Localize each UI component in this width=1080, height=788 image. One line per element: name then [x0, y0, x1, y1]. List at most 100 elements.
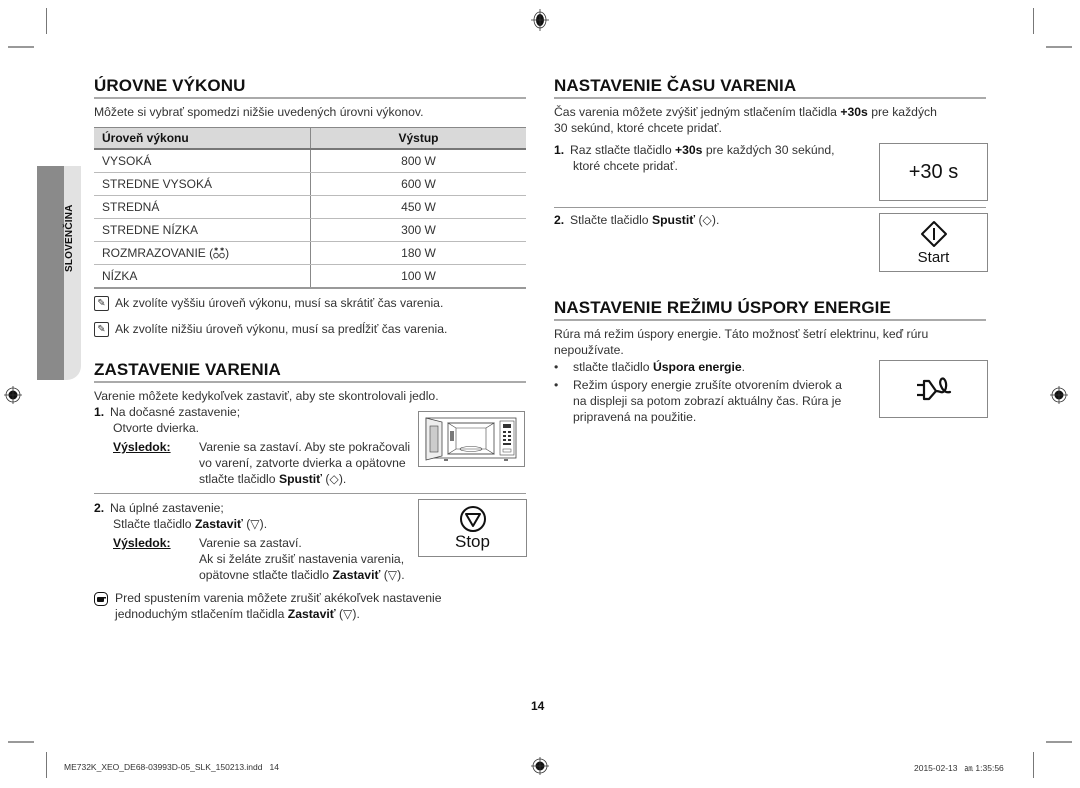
crop-mark — [46, 8, 47, 34]
step-divider — [94, 493, 526, 494]
bullet-item: • stlačte tlačidlo Úspora energie. — [554, 360, 746, 374]
table-row: STREDNE VYSOKÁ 600 W — [94, 172, 526, 196]
table-row: NÍZKA 100 W — [94, 264, 526, 289]
step-text: Na dočasné zastavenie; — [110, 405, 241, 419]
output-cell: 100 W — [310, 264, 526, 289]
crop-mark — [1046, 741, 1072, 743]
stop-icon — [459, 506, 486, 532]
section-intro: Čas varenia môžete zvýšiť jedným stlačen… — [554, 105, 937, 119]
bullet-icon: • — [554, 360, 559, 374]
registration-mark-icon — [4, 386, 22, 404]
eco-mode-section: NASTAVENIE REŽIMU ÚSPORY ENERGIE Rúra má… — [554, 298, 986, 358]
tip-text: Pred spustením varenia môžete zrušiť aké… — [115, 591, 442, 605]
note-text: Ak zvolíte nižšiu úroveň výkonu, musí sa… — [115, 322, 448, 336]
footer-datetime: 2015-02-13 ㏂ 1:35:56 — [914, 763, 1004, 773]
step-number: 1. — [94, 405, 105, 419]
bullet-text: pripravená na použitie. — [573, 410, 697, 424]
plus30s-label: +30 s — [908, 160, 959, 183]
power-level-cell: STREDNE VYSOKÁ — [94, 172, 311, 196]
cook-time-step-2: 2. Stlačte tlačidlo Spustiť (◇). — [554, 213, 720, 227]
result-text: stlačte tlačidlo Spustiť (◇). — [199, 472, 347, 486]
language-side-tab: SLOVENČINA — [37, 166, 81, 380]
registration-mark-icon — [531, 9, 549, 31]
svg-text:✱: ✱ — [220, 247, 224, 253]
stop-cooking-section: ZASTAVENIE VARENIA Varenie môžete kedyko… — [94, 360, 526, 404]
power-level-cell: NÍZKA — [94, 264, 311, 289]
registration-mark-icon — [531, 757, 549, 775]
eco-plug-icon — [916, 377, 951, 401]
power-level-cell: STREDNÁ — [94, 195, 311, 219]
crop-mark — [46, 752, 47, 778]
bullet-text: na displeji sa potom zobrazí aktuálny ča… — [573, 394, 842, 408]
crop-mark — [8, 46, 34, 48]
section-title: ÚROVNE VÝKONU — [94, 76, 246, 95]
cook-time-step-1: 1. Raz stlačte tlačidlo +30s pre každých … — [554, 142, 874, 174]
section-intro: 30 sekúnd, ktoré chcete pridať. — [554, 121, 722, 135]
result-text: Varenie sa zastaví. — [199, 536, 302, 550]
section-intro: nepoužívate. — [554, 343, 624, 357]
step-text: Na úplné zastavenie; — [110, 501, 224, 515]
power-level-text: ROZMRAZOVANIE — [102, 245, 206, 260]
stop-step-2: 2. Na úplné zastavenie; Stlačte tlačidlo … — [94, 500, 424, 583]
side-tab-dark-band — [37, 166, 64, 380]
bullet-item: • Režim úspory energie zrušíte otvorením… — [554, 377, 874, 425]
step-text: Otvorte dvierka. — [113, 421, 200, 435]
crop-mark — [1033, 8, 1034, 34]
svg-text:✱: ✱ — [214, 247, 218, 253]
tip-text: jednoduchým stlačením tlačidla Zastaviť … — [115, 607, 360, 621]
section-divider — [554, 97, 986, 99]
section-intro: Rúra má režim úspory energie. Táto možno… — [554, 327, 929, 341]
crop-mark — [1046, 46, 1072, 48]
crop-mark — [1033, 752, 1034, 778]
section-title: ZASTAVENIE VARENIA — [94, 360, 281, 379]
page-number: 14 — [531, 699, 545, 713]
result-text: vo varení, zatvorte dvierka a opätovne — [199, 456, 406, 470]
section-title: NASTAVENIE REŽIMU ÚSPORY ENERGIE — [554, 298, 891, 317]
step-divider — [554, 207, 986, 208]
note-pencil-icon: ✎ — [94, 322, 109, 337]
pointing-hand-icon — [94, 592, 108, 606]
tip-note: Pred spustením varenia môžete zrušiť aké… — [94, 590, 534, 622]
output-cell: 800 W — [310, 149, 526, 173]
header-power-level: Úroveň výkonu — [94, 127, 311, 150]
note: ✎ Ak zvolíte vyššiu úroveň výkonu, musí … — [94, 296, 526, 311]
start-button-illustration: Start — [879, 213, 988, 272]
step-number: 2. — [554, 213, 565, 227]
table-row: VYSOKÁ 800 W — [94, 149, 526, 173]
section-divider — [94, 97, 526, 99]
table-row: STREDNÁ 450 W — [94, 195, 526, 219]
section-intro: Môžete si vybrať spomedzi nižšie uvedený… — [94, 105, 424, 119]
plus30s-button-illustration: +30 s — [879, 143, 988, 201]
result-text: Varenie sa zastaví. Aby ste pokračovali — [199, 440, 411, 454]
step-number: 1. — [554, 143, 565, 157]
defrost-icon: (✱ ✱) — [209, 246, 230, 261]
output-cell: 180 W — [310, 241, 526, 265]
section-intro: Varenie môžete kedykoľvek zastaviť, aby … — [94, 389, 439, 403]
start-label: Start — [917, 248, 950, 266]
section-title: NASTAVENIE ČASU VARENIA — [554, 76, 797, 95]
stop-step-1: 1. Na dočasné zastavenie; Otvorte dvierka… — [94, 404, 414, 487]
result-label: Výsledok: — [113, 536, 171, 550]
registration-mark-icon — [1050, 386, 1068, 404]
note-pencil-icon: ✎ — [94, 296, 109, 311]
crop-mark — [8, 741, 34, 743]
power-level-cell: VYSOKÁ — [94, 149, 311, 173]
power-levels-table: Úroveň výkonu Výstup VYSOKÁ 800 W STREDN… — [94, 127, 526, 289]
step-number: 2. — [94, 501, 105, 515]
power-levels-section: ÚROVNE VÝKONU Môžete si vybrať spomedzi … — [94, 76, 526, 337]
start-icon — [920, 220, 947, 247]
power-level-cell: ROZMRAZOVANIE (✱ ✱) — [94, 241, 311, 265]
table-row: STREDNE NÍZKA 300 W — [94, 218, 526, 242]
bullet-icon: • — [554, 378, 559, 392]
microwave-open-door-illustration — [418, 411, 525, 467]
step-text: ktoré chcete pridať. — [573, 159, 678, 173]
stop-label: Stop — [455, 532, 490, 551]
table-row: ROZMRAZOVANIE (✱ ✱) 180 W — [94, 241, 526, 265]
stop-button-illustration: Stop — [418, 499, 527, 557]
table-header-row: Úroveň výkonu Výstup — [94, 127, 526, 150]
bullet-text: Režim úspory energie zrušíte otvorením d… — [573, 378, 842, 392]
output-cell: 300 W — [310, 218, 526, 242]
output-cell: 450 W — [310, 195, 526, 219]
eco-mode-bullets: • stlačte tlačidlo Úspora energie. • Rež… — [554, 359, 874, 425]
section-divider — [554, 319, 986, 321]
